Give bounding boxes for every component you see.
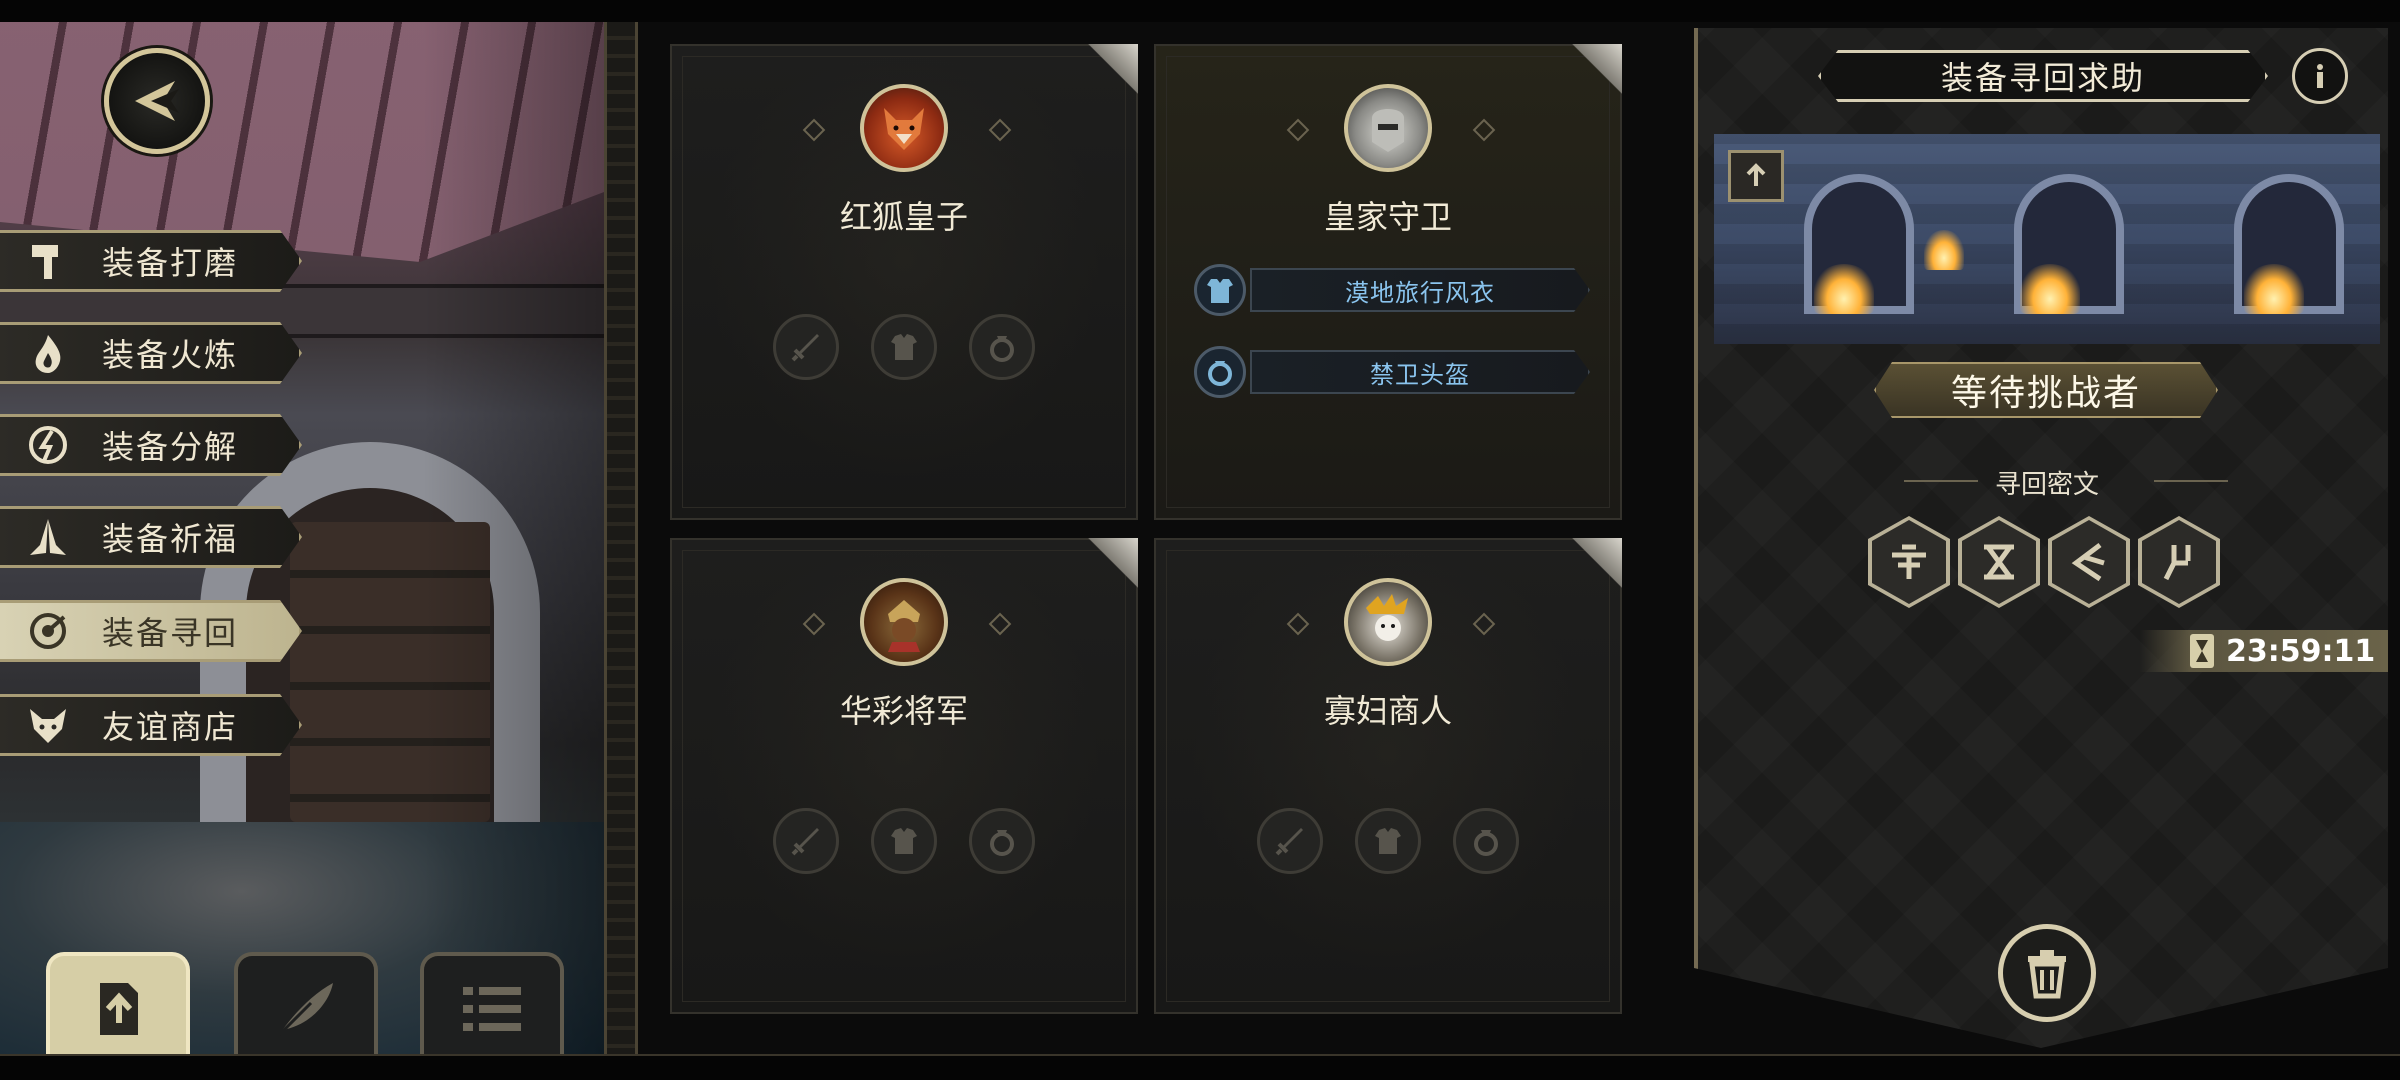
hero-name: 华彩将军 [839, 692, 968, 730]
equipment-row[interactable]: 漠地旅行风衣 [1194, 264, 1592, 316]
bottom-letterbox [0, 1054, 2400, 1080]
torch-glow [1924, 230, 1964, 270]
list-button[interactable] [420, 952, 564, 1062]
coat-icon [1194, 264, 1246, 316]
menu-label: 装备打磨 [102, 244, 239, 282]
menu-item-forge[interactable]: 装备火炼 [0, 322, 302, 384]
hero-card-royal-guard[interactable]: 皇家守卫 漠地旅行风衣 禁卫头盔 [1154, 44, 1622, 520]
panel-divider [604, 22, 638, 1056]
rune-1-icon [1892, 544, 1926, 579]
ring-slot-icon[interactable] [1453, 808, 1519, 874]
feather-button[interactable] [234, 952, 378, 1062]
widow-merchant-portrait [1344, 578, 1432, 666]
status-text: 等待挑战者 [1950, 373, 2141, 414]
menu-item-retrieve[interactable]: 装备寻回 [0, 600, 302, 662]
armor-slot-icon[interactable] [871, 808, 937, 874]
equipment-name: 漠地旅行风衣 [1345, 278, 1495, 307]
menu-item-disassemble[interactable]: 装备分解 [0, 414, 302, 476]
flame-icon [22, 327, 74, 379]
weapon-slot-icon[interactable] [773, 808, 839, 874]
trash-icon [2028, 950, 2066, 999]
share-button[interactable] [1728, 150, 1784, 202]
menu-label: 友谊商店 [102, 708, 239, 746]
rune-2-icon [1984, 544, 2014, 580]
retrieve-icon [22, 605, 74, 657]
weapon-slot-icon[interactable] [1257, 808, 1323, 874]
page-corner [1552, 44, 1622, 114]
top-letterbox [0, 0, 2400, 22]
hero-card-general[interactable]: 华彩将军 [670, 538, 1138, 1014]
upload-button[interactable] [46, 952, 190, 1062]
info-button[interactable] [2292, 48, 2348, 104]
hero-name: 寡妇商人 [1323, 692, 1452, 730]
fire-glow [1814, 264, 1874, 314]
discard-button[interactable] [1998, 924, 2096, 1022]
feather-icon [277, 983, 333, 1037]
back-button[interactable] [104, 48, 210, 154]
hero-card-red-fox[interactable]: 红狐皇子 [670, 44, 1138, 520]
disassemble-icon [22, 419, 74, 471]
prayer-hands-icon [22, 511, 74, 563]
equipment-name: 禁卫头盔 [1370, 360, 1470, 389]
hero-name: 红狐皇子 [839, 198, 968, 236]
panel-title: 装备寻回求助 [1818, 50, 2268, 102]
back-arrow-icon [135, 81, 179, 121]
countdown-timer: 23:59:11 [2140, 630, 2388, 672]
rune-4-icon [2163, 545, 2191, 581]
upload-icon [100, 983, 138, 1035]
equipment-slots [1156, 808, 1620, 874]
royal-guard-portrait [1344, 84, 1432, 172]
page-corner [1068, 44, 1138, 114]
dungeon-banner-image [1714, 134, 2380, 344]
status-ribbon: 等待挑战者 [1874, 362, 2218, 418]
equipment-row[interactable]: 禁卫头盔 [1194, 346, 1592, 398]
armor-slot-icon[interactable] [871, 314, 937, 380]
fire-glow [2244, 264, 2304, 314]
general-portrait [860, 578, 948, 666]
menu-item-friend-shop[interactable]: 友谊商店 [0, 694, 302, 756]
equipment-slots [672, 314, 1136, 380]
rune-3-icon [2071, 543, 2105, 582]
ring-slot-icon[interactable] [969, 314, 1035, 380]
menu-item-polish[interactable]: 装备打磨 [0, 230, 302, 292]
info-icon [2317, 64, 2323, 88]
ring-slot-icon[interactable] [969, 808, 1035, 874]
page-corner [1068, 538, 1138, 608]
page-corner [1552, 538, 1622, 608]
hero-name: 皇家守卫 [1323, 198, 1452, 236]
menu-label: 装备火炼 [102, 336, 239, 374]
helmet-icon [1194, 346, 1246, 398]
timer-text: 23:59:11 [2226, 633, 2376, 669]
cipher-label: 寻回密文 [1994, 470, 2099, 500]
hammer-icon [22, 235, 74, 287]
hourglass-icon [2190, 634, 2214, 668]
armor-slot-icon[interactable] [1355, 808, 1421, 874]
menu-item-bless[interactable]: 装备祈福 [0, 506, 302, 568]
equipment-slots [672, 808, 1136, 874]
hero-card-widow-merchant[interactable]: 寡妇商人 [1154, 538, 1622, 1014]
fire-glow [2020, 264, 2080, 314]
share-icon [1746, 163, 1766, 186]
weapon-slot-icon[interactable] [773, 314, 839, 380]
fox-head-icon [22, 699, 74, 751]
menu-label: 装备祈福 [102, 520, 239, 558]
red-fox-portrait [860, 84, 948, 172]
menu-label: 装备寻回 [102, 614, 239, 652]
list-icon [463, 987, 521, 1031]
menu-label: 装备分解 [102, 428, 239, 466]
